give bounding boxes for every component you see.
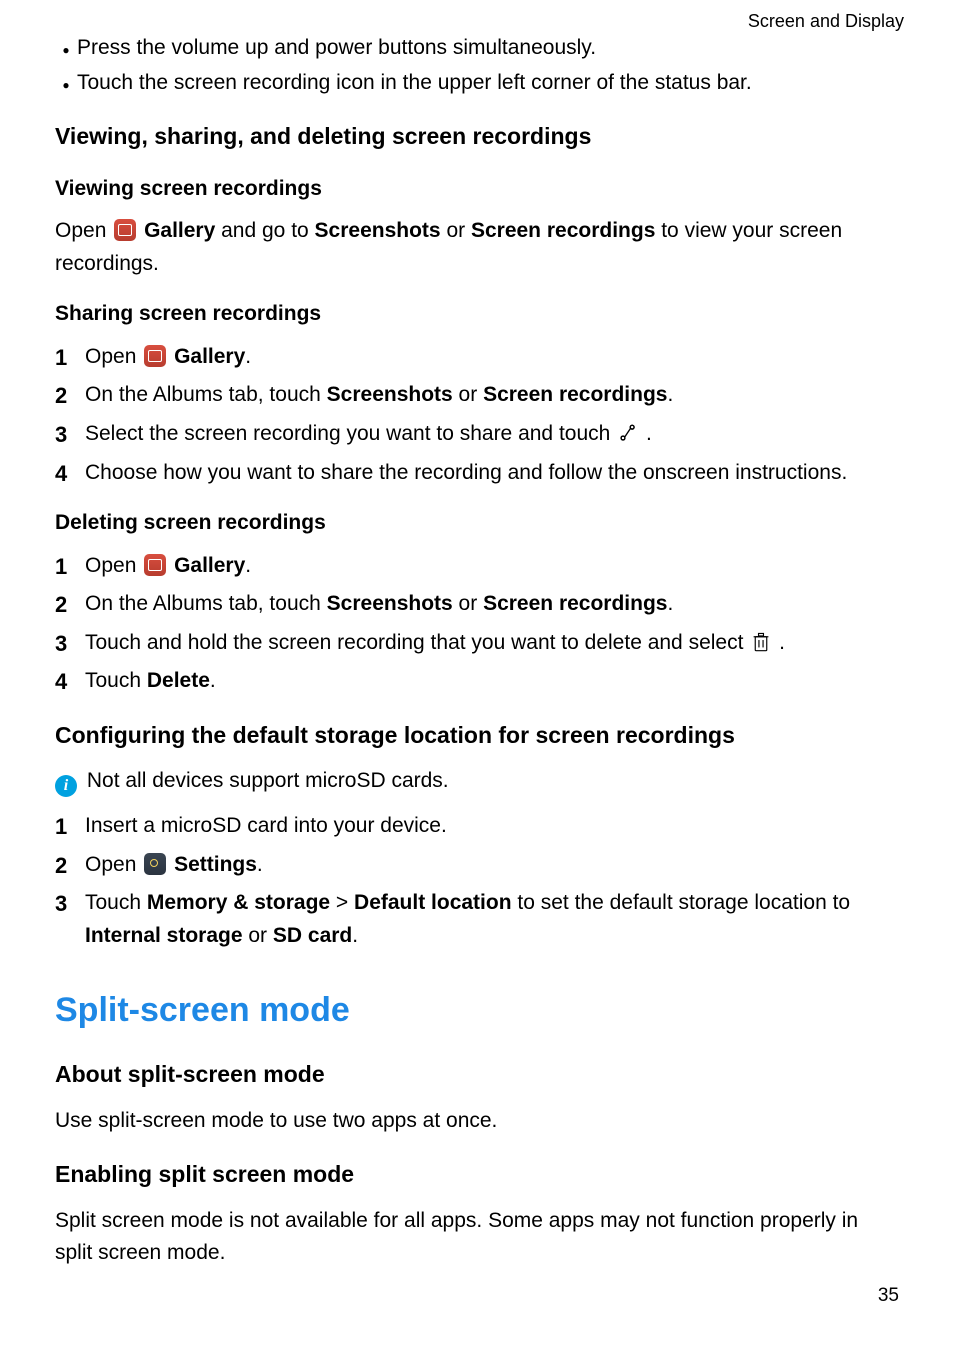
- text: On the Albums tab, touch: [85, 592, 327, 615]
- enable-split-body: Split screen mode is not available for a…: [55, 1205, 899, 1270]
- list-item: Open Gallery.: [55, 550, 899, 583]
- list-item: Touch Memory & storage > Default locatio…: [55, 887, 899, 952]
- text: .: [646, 422, 652, 445]
- heading-enable-split: Enabling split screen mode: [55, 1157, 899, 1193]
- heading-deleting: Deleting screen recordings: [55, 507, 899, 540]
- delete-label: Delete: [147, 669, 210, 692]
- heading-viewing: Viewing screen recordings: [55, 173, 899, 206]
- heading-sharing: Sharing screen recordings: [55, 298, 899, 331]
- config-steps: Insert a microSD card into your device. …: [55, 810, 899, 952]
- text: or: [453, 592, 483, 615]
- note-text: Not all devices support microSD cards.: [87, 769, 449, 792]
- list-item: On the Albums tab, touch Screenshots or …: [55, 588, 899, 621]
- settings-icon: [144, 853, 166, 875]
- share-icon: [618, 423, 638, 443]
- gallery-icon: [144, 554, 166, 576]
- trash-icon: [751, 631, 771, 654]
- about-split-body: Use split-screen mode to use two apps at…: [55, 1105, 899, 1138]
- memory-storage-label: Memory & storage: [147, 891, 330, 914]
- text: .: [667, 592, 673, 615]
- text: or: [453, 383, 483, 406]
- text: Select the screen recording you want to …: [85, 422, 616, 445]
- sharing-steps: Open Gallery. On the Albums tab, touch S…: [55, 341, 899, 489]
- gallery-label: Gallery: [174, 345, 245, 368]
- text: to set the default storage location to: [512, 891, 851, 914]
- text: or: [243, 924, 273, 947]
- text: .: [210, 669, 216, 692]
- gallery-label: Gallery: [144, 219, 215, 242]
- info-icon: i: [55, 775, 77, 797]
- screenshots-label: Screenshots: [327, 592, 453, 615]
- text: Open: [85, 554, 142, 577]
- intro-bullet-list: Press the volume up and power buttons si…: [55, 32, 899, 99]
- text: >: [330, 891, 354, 914]
- screenshots-label: Screenshots: [315, 219, 441, 242]
- text: Open: [85, 853, 142, 876]
- list-item: Touch the screen recording icon in the u…: [73, 67, 899, 100]
- viewing-paragraph: Open Gallery and go to Screenshots or Sc…: [55, 215, 899, 280]
- list-item: Insert a microSD card into your device.: [55, 810, 899, 843]
- screen-recordings-label: Screen recordings: [483, 383, 667, 406]
- text: Open: [85, 345, 142, 368]
- list-item: Select the screen recording you want to …: [55, 418, 899, 451]
- text: On the Albums tab, touch: [85, 383, 327, 406]
- text: .: [352, 924, 358, 947]
- gallery-icon: [144, 345, 166, 367]
- section-title-split-screen: Split-screen mode: [55, 984, 899, 1037]
- deleting-steps: Open Gallery. On the Albums tab, touch S…: [55, 550, 899, 698]
- text: and go to: [221, 219, 314, 242]
- heading-about-split: About split-screen mode: [55, 1057, 899, 1093]
- heading-configuring-storage: Configuring the default storage location…: [55, 718, 899, 754]
- list-item: On the Albums tab, touch Screenshots or …: [55, 379, 899, 412]
- list-item: Open Gallery.: [55, 341, 899, 374]
- screen-recordings-label: Screen recordings: [471, 219, 655, 242]
- sd-card-label: SD card: [273, 924, 352, 947]
- heading-viewing-sharing-deleting: Viewing, sharing, and deleting screen re…: [55, 119, 899, 155]
- list-item: Press the volume up and power buttons si…: [73, 32, 899, 65]
- text: .: [667, 383, 673, 406]
- text: Touch: [85, 669, 147, 692]
- settings-label: Settings: [174, 853, 257, 876]
- text: Touch: [85, 891, 147, 914]
- info-note: i Not all devices support microSD cards.: [55, 765, 899, 798]
- text: .: [779, 631, 785, 654]
- list-item: Touch Delete.: [55, 665, 899, 698]
- list-item: Choose how you want to share the recordi…: [55, 457, 899, 490]
- page-container: Screen and Display Press the volume up a…: [0, 0, 954, 1350]
- screen-recordings-label: Screen recordings: [483, 592, 667, 615]
- text: Touch and hold the screen recording that…: [85, 631, 749, 654]
- internal-storage-label: Internal storage: [85, 924, 243, 947]
- gallery-label: Gallery: [174, 554, 245, 577]
- page-number: 35: [878, 1281, 899, 1310]
- list-item: Open Settings.: [55, 849, 899, 882]
- text: .: [245, 554, 251, 577]
- text: or: [446, 219, 471, 242]
- header-section-label: Screen and Display: [748, 8, 904, 36]
- text: .: [245, 345, 251, 368]
- screenshots-label: Screenshots: [327, 383, 453, 406]
- default-location-label: Default location: [354, 891, 512, 914]
- gallery-icon: [114, 219, 136, 241]
- list-item: Touch and hold the screen recording that…: [55, 627, 899, 660]
- text: Open: [55, 219, 112, 242]
- text: .: [257, 853, 263, 876]
